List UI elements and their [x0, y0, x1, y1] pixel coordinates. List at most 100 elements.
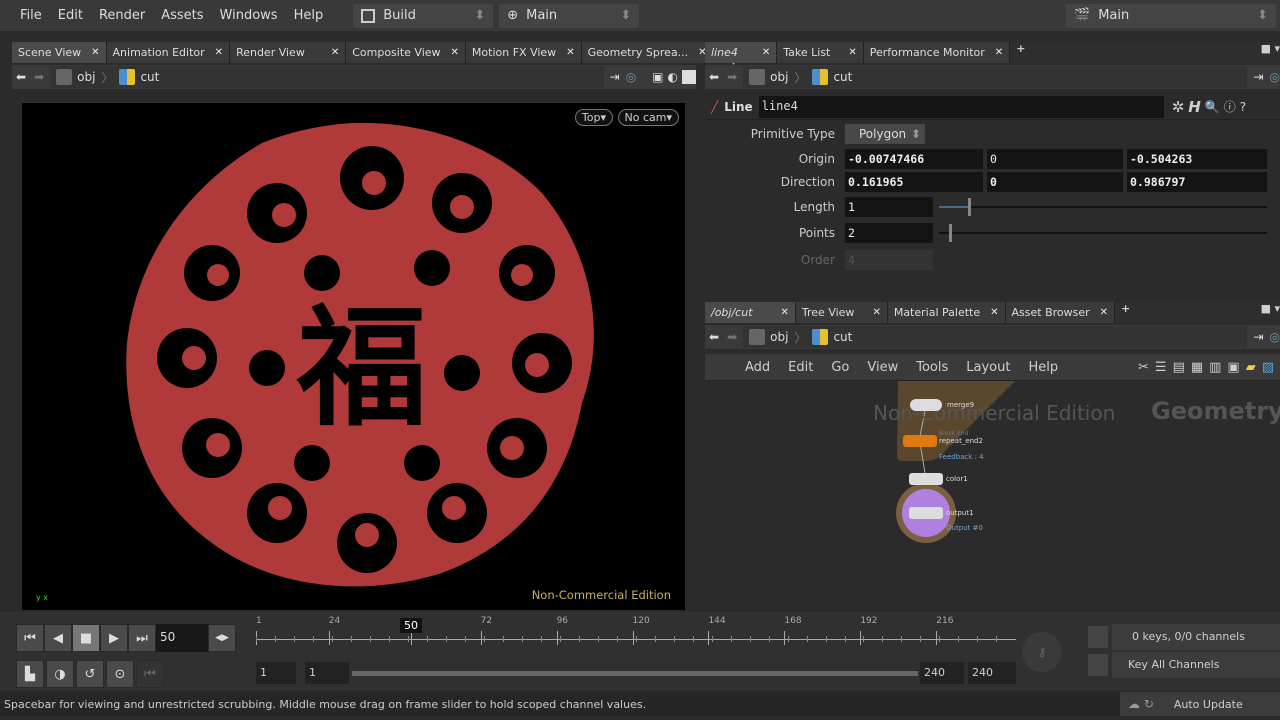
tab-render-view[interactable]: Render View ✕: [230, 42, 347, 63]
tab-take-list[interactable]: Take List ✕: [777, 42, 864, 63]
close-icon[interactable]: ✕: [1100, 307, 1108, 318]
network-menu-tools[interactable]: Tools: [916, 360, 948, 375]
link-icon[interactable]: ◎: [1270, 330, 1280, 344]
close-icon[interactable]: ✕: [848, 47, 856, 58]
update-mode-select[interactable]: ☁ ↻ Auto Update: [1120, 692, 1280, 716]
pin-icon[interactable]: ⇥: [1253, 70, 1263, 84]
close-icon[interactable]: ✕: [451, 47, 459, 58]
frame-slider[interactable]: 1 24 72 96 120 144 168 192 216 50: [256, 616, 1016, 654]
path-breadcrumb[interactable]: obj 〉 cut: [743, 326, 1248, 348]
pane-menu-icon[interactable]: ■ ▾: [1261, 302, 1280, 323]
keys-channels-info[interactable]: 0 keys, 0/0 channels: [1112, 624, 1280, 650]
pane-menu-icon[interactable]: ■ ▾: [1261, 42, 1280, 63]
direction-y-input[interactable]: 0: [987, 172, 1123, 192]
network-menu-add[interactable]: Add: [745, 360, 770, 375]
network-toolbar-icons[interactable]: ✂☰▤▦▥▣▰▨: [1138, 360, 1280, 375]
shading-icon[interactable]: ▣: [652, 70, 663, 84]
slider-handle[interactable]: [949, 224, 952, 242]
node-name-input[interactable]: line4: [758, 95, 1164, 118]
range-end-input[interactable]: 240: [968, 662, 1016, 684]
link-icon[interactable]: ◎: [626, 70, 636, 84]
node-repeat-end2[interactable]: [903, 435, 937, 447]
audio-icon[interactable]: ◑: [46, 660, 74, 688]
menu-edit[interactable]: Edit: [58, 8, 83, 23]
jump-start-button[interactable]: ⏮: [16, 624, 44, 652]
tab-line4[interactable]: line4 ✕: [705, 42, 778, 63]
node-output1[interactable]: [909, 507, 943, 519]
close-icon[interactable]: ✕: [91, 47, 99, 58]
play-reverse-button[interactable]: ◀: [44, 624, 72, 652]
add-tab-icon[interactable]: +: [1115, 302, 1136, 323]
camera-select[interactable]: No cam▾: [617, 109, 679, 126]
close-icon[interactable]: ✕: [215, 47, 223, 58]
close-icon[interactable]: ✕: [872, 307, 880, 318]
menu-render[interactable]: Render: [99, 8, 145, 23]
network-menu-edit[interactable]: Edit: [788, 360, 813, 375]
network-menu-view[interactable]: View: [867, 360, 898, 375]
range-slider[interactable]: [352, 671, 918, 676]
tab-scene-view[interactable]: Scene View ✕: [12, 42, 107, 63]
desktop-select[interactable]: Build ⬍: [353, 3, 494, 28]
direction-x-input[interactable]: 0.161965: [845, 172, 983, 192]
node-color1[interactable]: [909, 473, 943, 485]
tab-material-palette[interactable]: Material Palette ✕: [887, 302, 1006, 323]
points-input[interactable]: 2: [845, 223, 933, 243]
close-icon[interactable]: ✕: [995, 47, 1003, 58]
network-menu-go[interactable]: Go: [831, 360, 849, 375]
link-icon[interactable]: ◎: [1270, 70, 1280, 84]
network-menu-help[interactable]: Help: [1028, 360, 1058, 375]
origin-z-input[interactable]: -0.504263: [1127, 149, 1267, 169]
slider-handle[interactable]: [968, 198, 971, 216]
view-select[interactable]: Top▾: [574, 109, 613, 126]
node-merge9[interactable]: [910, 399, 942, 411]
close-icon[interactable]: ✕: [566, 47, 574, 58]
tab-composite-view[interactable]: Composite View ✕: [346, 42, 466, 63]
forward-icon[interactable]: ➡: [727, 330, 737, 344]
menu-windows[interactable]: Windows: [220, 8, 278, 23]
lights-icon[interactable]: ◐: [668, 70, 678, 84]
tab-obj-cut[interactable]: /obj/cut ✕: [705, 302, 796, 323]
right-context-select[interactable]: 🎬 Main ⬍: [1066, 3, 1276, 28]
path-breadcrumb[interactable]: obj 〉 cut: [50, 66, 604, 88]
menu-assets[interactable]: Assets: [161, 8, 203, 23]
jump-end-button[interactable]: ⏭: [128, 624, 156, 652]
stop-button[interactable]: ■: [72, 624, 100, 652]
path-breadcrumb[interactable]: obj 〉 cut: [743, 66, 1248, 88]
menu-file[interactable]: File: [20, 8, 42, 23]
close-icon[interactable]: ✕: [781, 307, 789, 318]
tab-geometry-spreadsheet[interactable]: Geometry Sprea... ✕: [581, 42, 714, 63]
add-tab-icon[interactable]: +: [1010, 42, 1031, 63]
back-icon[interactable]: ⬅: [709, 70, 719, 84]
info-icon[interactable]: ⓘ: [1224, 98, 1236, 115]
close-icon[interactable]: ✕: [990, 307, 998, 318]
pin-icon[interactable]: ⇥: [610, 70, 620, 84]
close-icon[interactable]: ✕: [331, 47, 339, 58]
primitive-type-select[interactable]: Polygon ⬍: [845, 124, 925, 144]
help-h-icon[interactable]: H: [1188, 98, 1201, 116]
back-icon[interactable]: ⬅: [16, 70, 26, 84]
tab-tree-view[interactable]: Tree View ✕: [795, 302, 888, 323]
network-editor[interactable]: Non-Commercial Edition Geometry merge9 B…: [705, 381, 1280, 610]
playback-end-input[interactable]: 240: [920, 662, 964, 684]
length-input[interactable]: 1: [845, 197, 933, 217]
display-icon[interactable]: [682, 70, 696, 84]
range-start-input[interactable]: 1: [256, 662, 296, 684]
forward-icon[interactable]: ➡: [727, 70, 737, 84]
help-icon[interactable]: ?: [1240, 100, 1246, 114]
length-slider[interactable]: [937, 197, 1267, 217]
direction-z-input[interactable]: 0.986797: [1127, 172, 1267, 192]
tab-motion-fx-view[interactable]: Motion FX View ✕: [465, 42, 582, 63]
step-frame-buttons[interactable]: ◀▶: [208, 624, 236, 652]
pin-icon[interactable]: ⇥: [1253, 330, 1263, 344]
playback-start-input[interactable]: 1: [305, 662, 349, 684]
search-icon[interactable]: 🔍: [1205, 100, 1220, 114]
context-select[interactable]: ⊕ Main ⬍: [499, 3, 640, 28]
key-all-channels-select[interactable]: Key All Channels: [1112, 652, 1280, 678]
back-icon[interactable]: ⬅: [709, 330, 719, 344]
origin-y-input[interactable]: 0: [987, 149, 1123, 169]
tab-asset-browser[interactable]: Asset Browser ✕: [1005, 302, 1116, 323]
tab-performance-monitor[interactable]: Performance Monitor ✕: [863, 42, 1011, 63]
loop-icon[interactable]: ↺: [76, 660, 104, 688]
menu-help[interactable]: Help: [294, 8, 324, 23]
forward-icon[interactable]: ➡: [34, 70, 44, 84]
